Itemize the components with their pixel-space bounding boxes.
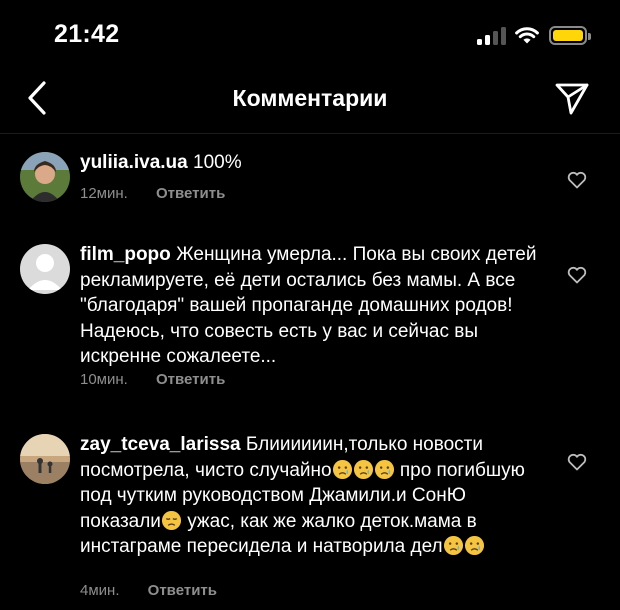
comment-body: zay_tceva_larissa Блиииииин,только новос… [80,432,550,560]
status-time: 21:42 [54,20,120,48]
avatar[interactable] [20,244,70,294]
signal-icon [477,27,507,45]
status-bar: 21:42 [0,0,620,64]
reply-button[interactable]: Ответить [156,371,225,388]
comment-time: 10мин. [80,371,128,388]
comment-item: film_popo Женщина умерла... Пока вы свои… [0,242,620,392]
avatar[interactable] [20,434,70,484]
comment-meta: 10мин. Ответить [80,371,225,388]
comment-body: film_popo Женщина умерла... Пока вы свои… [80,242,550,370]
reply-button[interactable]: Ответить [148,582,217,599]
comment-meta: 4мин. Ответить [80,582,217,599]
comment-meta: 12мин. Ответить [80,185,225,202]
wifi-icon [515,27,539,44]
heart-icon[interactable] [567,453,587,471]
heart-icon[interactable] [567,171,587,189]
comment-item: zay_tceva_larissa Блиииииин,только новос… [0,432,620,610]
comment-item: yuliia.iva.ua 100% 12мин. Ответить [0,150,620,220]
comment-username[interactable]: yuliia.iva.ua [80,152,188,173]
comment-time: 12мин. [80,185,128,202]
crying-face-emoji [332,459,395,481]
reply-button[interactable]: Ответить [156,185,225,202]
header: Комментарии [0,64,620,134]
crying-face-emoji [443,535,485,557]
send-icon[interactable] [554,80,590,116]
avatar[interactable] [20,152,70,202]
disappointed-face-emoji [161,510,182,532]
heart-icon[interactable] [567,266,587,284]
battery-icon [549,26,591,45]
comment-time: 4мин. [80,582,120,599]
page-title: Комментарии [232,85,388,111]
comment-text: 100% [193,152,242,173]
comment-body: yuliia.iva.ua 100% [80,150,550,176]
comment-username[interactable]: film_popo [80,244,171,265]
comment-username[interactable]: zay_tceva_larissa [80,434,241,455]
